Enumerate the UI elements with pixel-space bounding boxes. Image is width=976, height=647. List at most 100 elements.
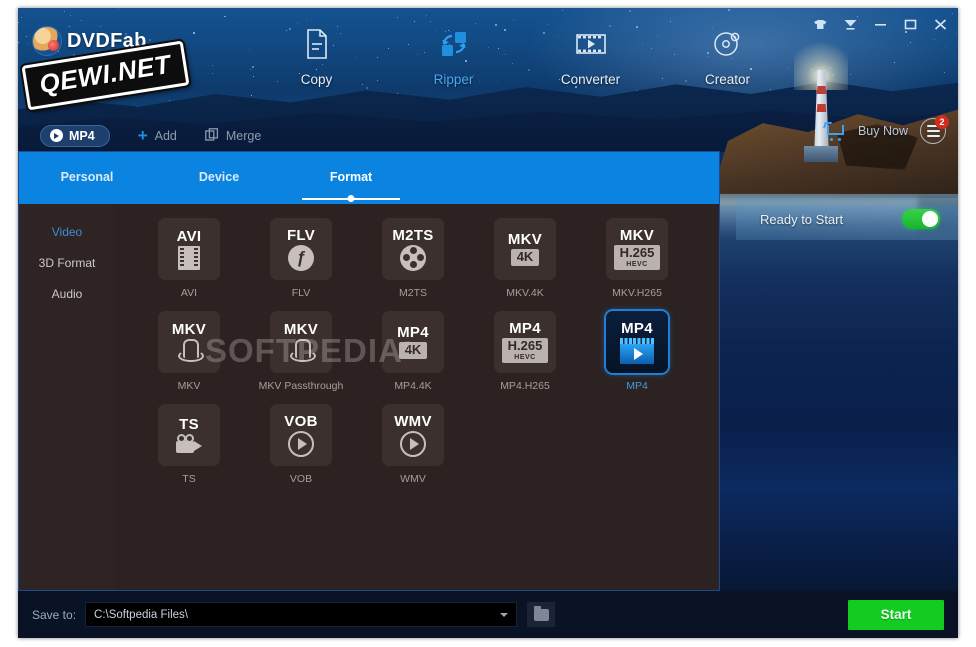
format-tile-box: FLVƒ bbox=[270, 218, 332, 280]
download-icon[interactable] bbox=[842, 16, 858, 32]
format-tile-box: VOB bbox=[270, 404, 332, 466]
close-icon[interactable] bbox=[932, 16, 948, 32]
film-reel-icon bbox=[400, 245, 426, 271]
sidebar-item-label: Audio bbox=[52, 287, 83, 301]
format-tile-mkv-4k[interactable]: MKV 4K MKV.4K bbox=[469, 218, 581, 299]
shopping-cart-icon[interactable] bbox=[824, 122, 846, 141]
nav-item-ripper[interactable]: Ripper bbox=[385, 24, 522, 87]
format-caption: MKV bbox=[178, 380, 201, 392]
nav-label: Creator bbox=[705, 72, 750, 87]
status-strip: Ready to Start bbox=[736, 198, 958, 240]
minimize-icon[interactable] bbox=[872, 16, 888, 32]
tab-label: Format bbox=[330, 170, 372, 184]
merge-button[interactable]: Merge bbox=[205, 128, 261, 144]
sidebar-item-label: 3D Format bbox=[39, 256, 96, 270]
format-tile-box: AVI bbox=[158, 218, 220, 280]
format-tile-mkv[interactable]: MKV MKV bbox=[133, 311, 245, 392]
format-tile-m2ts[interactable]: M2TS M2TS bbox=[357, 218, 469, 299]
application-window: DVDFab Copy bbox=[18, 8, 958, 638]
format-tile-title: MKV bbox=[172, 322, 206, 337]
badge-4k: 4K bbox=[399, 342, 428, 359]
plus-icon: + bbox=[138, 127, 148, 144]
sidebar-item-3d-format[interactable]: 3D Format bbox=[19, 247, 115, 278]
folder-icon bbox=[534, 609, 549, 621]
profile-arrow-icon bbox=[50, 129, 63, 142]
sidebar-item-audio[interactable]: Audio bbox=[19, 278, 115, 309]
format-tile-title: MP4 bbox=[397, 325, 429, 340]
profile-chip-label: MP4 bbox=[69, 129, 95, 143]
format-tile-box: MKV bbox=[158, 311, 220, 373]
add-label: Add bbox=[155, 129, 177, 143]
category-sidebar: Video 3D Format Audio bbox=[19, 204, 115, 591]
format-tile-box: MKV H.265HEVC bbox=[606, 218, 668, 280]
mp4-selected-icon bbox=[620, 338, 654, 364]
tab-device[interactable]: Device bbox=[169, 170, 269, 184]
format-caption: MP4.4K bbox=[394, 380, 431, 392]
format-tile-avi[interactable]: AVIAVI bbox=[133, 218, 245, 299]
format-caption: MKV.4K bbox=[506, 287, 544, 299]
logo-mark-icon bbox=[32, 26, 62, 56]
add-button[interactable]: + Add bbox=[138, 127, 177, 144]
mkv-bell-icon bbox=[290, 339, 312, 363]
format-tile-box: MP4H.265HEVC bbox=[494, 311, 556, 373]
badge-h265: H.265HEVC bbox=[614, 245, 661, 270]
format-tile-ts[interactable]: TS TS bbox=[133, 404, 245, 485]
sidebar-item-video[interactable]: Video bbox=[19, 216, 115, 247]
buy-now-button[interactable]: Buy Now bbox=[858, 124, 908, 138]
format-tile-mp4-4k[interactable]: MP44KMP4.4K bbox=[357, 311, 469, 392]
main-module-nav: Copy Ripper bbox=[248, 24, 796, 87]
format-tile-title: MKV bbox=[508, 232, 542, 247]
active-tab-indicator bbox=[302, 198, 400, 200]
tab-format[interactable]: Format bbox=[301, 170, 401, 184]
format-tile-mp4-h265[interactable]: MP4H.265HEVC MP4.H265 bbox=[469, 311, 581, 392]
format-tile-mp4[interactable]: MP4MP4 bbox=[581, 311, 693, 392]
format-tile-mkv-passthrough[interactable]: MKVMKV Passthrough bbox=[245, 311, 357, 392]
format-tile-title: TS bbox=[179, 417, 199, 432]
nav-label: Converter bbox=[561, 72, 620, 87]
save-path-value: C:\Softpedia Files\ bbox=[94, 609, 188, 621]
panel-tab-bar: Personal Device Format bbox=[19, 152, 719, 204]
format-tile-title: MKV bbox=[620, 228, 654, 243]
nav-item-converter[interactable]: Converter bbox=[522, 24, 659, 87]
play-circle-icon bbox=[400, 431, 426, 457]
badge-h265: H.265HEVC bbox=[502, 338, 549, 363]
format-tile-flv[interactable]: FLVƒFLV bbox=[245, 218, 357, 299]
skin-icon[interactable] bbox=[812, 16, 828, 32]
format-caption: MP4.H265 bbox=[500, 380, 550, 392]
buy-and-menu-row: Buy Now 2 bbox=[824, 118, 946, 144]
format-caption: TS bbox=[182, 473, 195, 485]
format-tile-title: MKV bbox=[284, 322, 318, 337]
ready-toggle[interactable] bbox=[902, 209, 940, 229]
format-grid: AVIAVIFLVƒFLV M2TS M2TS MKV 4K MKV.4K MKV H.265… bbox=[133, 218, 719, 497]
hamburger-menu-button[interactable]: 2 bbox=[920, 118, 946, 144]
format-tile-wmv[interactable]: WMVWMV bbox=[357, 404, 469, 485]
format-tile-box: TS bbox=[158, 404, 220, 466]
tab-personal[interactable]: Personal bbox=[37, 170, 137, 184]
profile-chip-mp4[interactable]: MP4 bbox=[40, 125, 110, 147]
browse-folder-button[interactable] bbox=[527, 602, 555, 627]
format-tile-title: M2TS bbox=[392, 228, 433, 243]
nav-item-copy[interactable]: Copy bbox=[248, 24, 385, 87]
status-label: Ready to Start bbox=[760, 212, 843, 227]
format-caption: MP4 bbox=[626, 380, 648, 392]
nav-item-creator[interactable]: Creator bbox=[659, 24, 796, 87]
save-path-dropdown[interactable]: C:\Softpedia Files\ bbox=[85, 602, 517, 627]
merge-icon bbox=[205, 128, 219, 144]
format-tile-box: MKV bbox=[270, 311, 332, 373]
format-caption: WMV bbox=[400, 473, 426, 485]
mkv-bell-icon bbox=[178, 339, 200, 363]
format-panel: Personal Device Format Video 3D Format A… bbox=[18, 151, 720, 591]
maximize-icon[interactable] bbox=[902, 16, 918, 32]
ripper-transfer-icon bbox=[438, 24, 470, 64]
flash-icon: ƒ bbox=[288, 245, 314, 271]
format-tile-mkv-h265[interactable]: MKVH.265HEVCMKV.H265 bbox=[581, 218, 693, 299]
badge-4k: 4K bbox=[511, 249, 540, 266]
format-tile-vob[interactable]: VOBVOB bbox=[245, 404, 357, 485]
start-button[interactable]: Start bbox=[848, 600, 944, 630]
save-to-label: Save to: bbox=[32, 608, 76, 622]
nav-label: Copy bbox=[301, 72, 333, 87]
format-tile-box: MKV 4K bbox=[494, 218, 556, 280]
format-caption: M2TS bbox=[399, 287, 427, 299]
bottom-bar: Save to: C:\Softpedia Files\ Start bbox=[18, 591, 958, 638]
format-tile-box: MP44K bbox=[382, 311, 444, 373]
